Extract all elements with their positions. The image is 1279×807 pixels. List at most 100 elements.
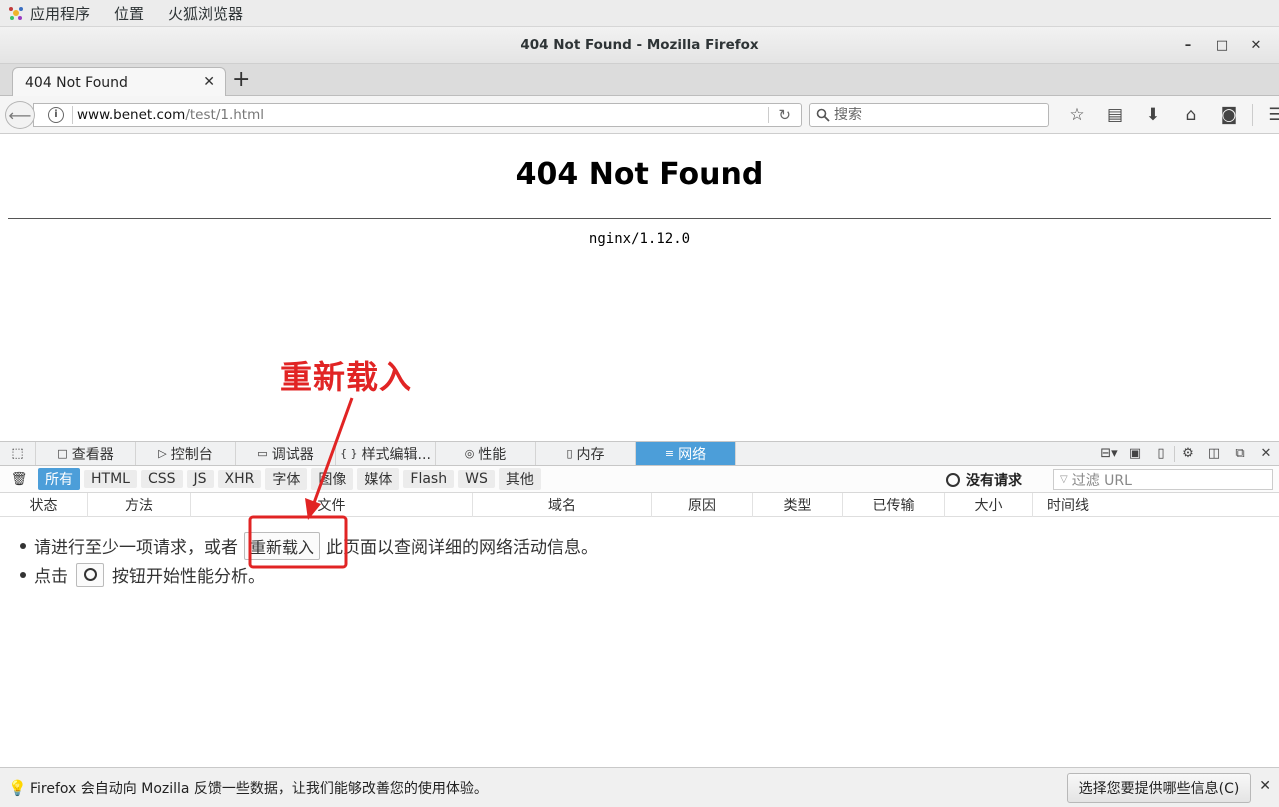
- menu-firefox[interactable]: 火狐浏览器: [168, 3, 243, 24]
- col-method[interactable]: 方法: [88, 493, 191, 517]
- search-bar[interactable]: [809, 103, 1049, 127]
- tab-performance[interactable]: ◎ 性能: [436, 442, 536, 465]
- filter-fonts[interactable]: 字体: [265, 468, 308, 490]
- col-timeline[interactable]: 时间线: [1033, 493, 1103, 517]
- tab-debugger[interactable]: ▭ 调试器: [236, 442, 336, 465]
- hamburger-menu-icon[interactable]: ☰: [1257, 105, 1279, 125]
- clear-trash-icon[interactable]: 🗑: [0, 472, 38, 487]
- close-window-button[interactable]: ✕: [1239, 38, 1273, 53]
- no-requests-label: 没有请求: [966, 473, 1022, 489]
- tab-network[interactable]: ≡ 网络: [636, 442, 736, 465]
- page-divider: [8, 218, 1271, 219]
- choose-data-button[interactable]: 选择您要提供哪些信息(C): [1067, 773, 1251, 803]
- performance-icon: ◎: [464, 447, 475, 460]
- network-empty-notice: 请进行至少一项请求，或者 重新载入 此页面以查阅详细的网络活动信息。 点击 按钮…: [20, 531, 598, 589]
- col-cause[interactable]: 原因: [652, 493, 753, 517]
- tab-console-label: 控制台: [170, 446, 213, 463]
- filter-funnel-icon: ▽: [1060, 474, 1068, 485]
- urlbar-divider: [72, 106, 73, 124]
- reload-divider: [768, 107, 769, 123]
- start-performance-button[interactable]: [76, 562, 104, 587]
- filter-js[interactable]: JS: [186, 470, 214, 488]
- bullet: [20, 571, 26, 578]
- tab-style-editor[interactable]: { } 样式编辑...: [336, 442, 436, 465]
- close-notification-icon[interactable]: ✕: [1259, 778, 1271, 794]
- filter-all[interactable]: 所有: [38, 468, 80, 490]
- network-icon: ≡: [664, 447, 675, 460]
- filter-url-input[interactable]: ▽ 过滤 URL: [1053, 469, 1273, 490]
- minimize-button[interactable]: –: [1171, 38, 1205, 53]
- downloads-icon[interactable]: ⬇: [1134, 105, 1172, 125]
- split-frame-icon[interactable]: ⊟▾: [1096, 446, 1122, 461]
- filter-media[interactable]: 媒体: [357, 468, 400, 490]
- dock-side-icon[interactable]: ◫: [1201, 446, 1227, 461]
- data-reporting-notification: 💡 Firefox 会自动向 Mozilla 反馈一些数据，让我们能够改善您的使…: [0, 767, 1279, 807]
- notification-text: Firefox 会自动向 Mozilla 反馈一些数据，让我们能够改善您的使用体…: [30, 780, 488, 797]
- performance-gauge-icon: [946, 473, 960, 487]
- col-type[interactable]: 类型: [753, 493, 843, 517]
- devtools-settings-icon[interactable]: ⚙: [1175, 446, 1201, 461]
- filter-other[interactable]: 其他: [498, 468, 541, 490]
- empty-text-2b: 按钮开始性能分析。: [112, 567, 265, 587]
- split-console-icon[interactable]: ▣: [1122, 446, 1148, 461]
- reading-list-icon[interactable]: ▤: [1096, 105, 1134, 125]
- pocket-icon[interactable]: ◙: [1210, 105, 1248, 125]
- console-icon: ▷: [158, 447, 167, 460]
- col-size[interactable]: 大小: [945, 493, 1033, 517]
- tab-style-editor-label: 样式编辑...: [361, 446, 431, 463]
- responsive-design-icon[interactable]: ▯: [1148, 446, 1174, 461]
- window-titlebar[interactable]: 404 Not Found - Mozilla Firefox – □ ✕: [0, 27, 1279, 64]
- col-file[interactable]: 文件: [191, 493, 473, 517]
- site-info-icon[interactable]: i: [48, 107, 64, 123]
- page-heading: 404 Not Found: [515, 157, 764, 192]
- menu-applications[interactable]: 应用程序: [30, 3, 90, 24]
- filter-xhr[interactable]: XHR: [217, 470, 262, 488]
- menu-places[interactable]: 位置: [114, 3, 144, 24]
- tab-memory[interactable]: ▯ 内存: [536, 442, 636, 465]
- tab-network-label: 网络: [678, 446, 707, 463]
- filter-flash[interactable]: Flash: [403, 470, 455, 488]
- filter-images[interactable]: 图像: [311, 468, 354, 490]
- maximize-button[interactable]: □: [1205, 38, 1239, 53]
- home-icon[interactable]: ⌂: [1172, 105, 1210, 125]
- tab-console[interactable]: ▷ 控制台: [136, 442, 236, 465]
- devtools-tabbar: ⬚ □ 查看器 ▷ 控制台 ▭ 调试器 { } 样式编辑... ◎ 性能 ▯ 内…: [0, 441, 1279, 466]
- col-transferred[interactable]: 已传输: [843, 493, 945, 517]
- lightbulb-icon: 💡: [8, 778, 27, 797]
- page-content: 404 Not Found nginx/1.12.0: [0, 135, 1279, 441]
- empty-line-perf: 点击 按钮开始性能分析。: [20, 560, 598, 589]
- inspector-icon: □: [57, 447, 68, 460]
- back-button[interactable]: ⟵: [5, 101, 35, 129]
- url-host: www.benet.com: [77, 107, 186, 123]
- network-column-headers: 状态 方法 文件 域名 原因 类型 已传输 大小 时间线: [0, 493, 1279, 517]
- window-title: 404 Not Found - Mozilla Firefox: [520, 37, 759, 53]
- col-status[interactable]: 状态: [0, 493, 88, 517]
- gnome-top-bar: 应用程序 位置 火狐浏览器: [0, 0, 1279, 27]
- element-picker-icon[interactable]: ⬚: [0, 442, 36, 465]
- col-domain[interactable]: 域名: [473, 493, 652, 517]
- filter-html[interactable]: HTML: [84, 470, 137, 488]
- search-icon: [816, 108, 830, 122]
- url-bar[interactable]: i www.benet.com/test/1.html ↻: [33, 103, 802, 127]
- undock-window-icon[interactable]: ⧉: [1227, 446, 1253, 461]
- tab-close-icon[interactable]: ✕: [203, 74, 215, 90]
- reload-page-button[interactable]: 重新载入: [244, 531, 321, 560]
- memory-icon: ▯: [566, 447, 573, 460]
- filter-css[interactable]: CSS: [140, 470, 183, 488]
- performance-gauge-icon: [83, 568, 97, 581]
- devtools-toolbox-buttons: ⊟▾ ▣ ▯ ⚙ ◫ ⧉ ✕: [1096, 442, 1279, 465]
- tab-inspector[interactable]: □ 查看器: [36, 442, 136, 465]
- reload-icon[interactable]: ↻: [778, 106, 791, 124]
- tab-memory-label: 内存: [576, 446, 605, 463]
- search-input[interactable]: [834, 107, 1034, 123]
- tab-performance-label: 性能: [478, 446, 507, 463]
- close-devtools-icon[interactable]: ✕: [1253, 446, 1279, 461]
- toolbar-buttons: ☆ ▤ ⬇ ⌂ ◙ ☰: [1058, 102, 1279, 128]
- no-requests-status[interactable]: 没有请求: [946, 470, 1022, 490]
- gnome-apps-icon[interactable]: [8, 5, 24, 21]
- filter-ws[interactable]: WS: [458, 470, 495, 488]
- bullet: [20, 542, 26, 549]
- tab-404-not-found[interactable]: 404 Not Found ✕: [12, 67, 226, 97]
- bookmark-star-icon[interactable]: ☆: [1058, 105, 1096, 125]
- new-tab-button[interactable]: +: [232, 68, 250, 92]
